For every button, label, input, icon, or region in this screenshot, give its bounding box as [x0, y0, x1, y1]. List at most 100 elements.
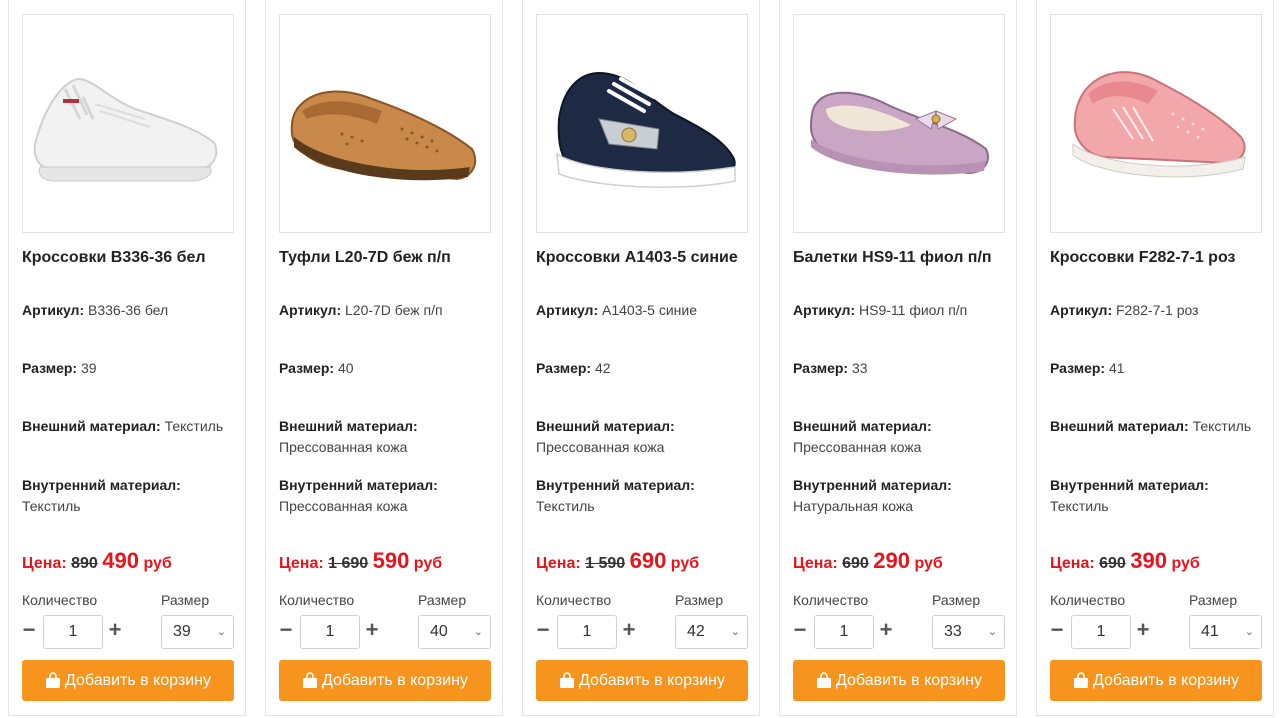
- quantity-input[interactable]: [814, 615, 874, 649]
- quantity-input[interactable]: [43, 615, 103, 649]
- product-image[interactable]: [279, 14, 491, 233]
- outer-material-value: Текстиль: [1192, 418, 1252, 434]
- add-to-cart-button[interactable]: Добавить в корзину: [1050, 660, 1262, 701]
- size-select[interactable]: 33 ⌄: [932, 615, 1005, 649]
- currency: руб: [914, 555, 943, 572]
- product-title[interactable]: Туфли L20-7D беж п/п: [279, 246, 497, 269]
- article-row: Артикул: B336-36 бел: [22, 300, 240, 321]
- price: Цена: 1 690 590 руб: [279, 547, 499, 578]
- chevron-down-icon: ⌄: [473, 626, 483, 638]
- size-value: 39: [80, 360, 97, 376]
- shopping-bag-icon: [45, 672, 60, 688]
- size-row: Размер: 42: [536, 358, 754, 379]
- new-price: 690: [629, 548, 667, 573]
- product-title[interactable]: Кроссовки B336-36 бел: [22, 246, 240, 269]
- quantity-increment-button[interactable]: +: [878, 619, 894, 641]
- size-select[interactable]: 40 ⌄: [418, 615, 491, 649]
- inner-material-row: Внутренний материал: Натуральная кожа: [793, 475, 1011, 517]
- size-select[interactable]: 42 ⌄: [675, 615, 748, 649]
- currency: руб: [1171, 555, 1200, 572]
- article-label: Артикул:: [279, 302, 342, 318]
- inner-material-value: Текстиль: [536, 498, 595, 514]
- new-price: 290: [873, 548, 910, 573]
- add-to-cart-button[interactable]: Добавить в корзину: [22, 660, 234, 701]
- product-title[interactable]: Балетки HS9-11 фиол п/п: [793, 246, 1011, 269]
- product-image[interactable]: [536, 14, 748, 233]
- price-label: Цена:: [793, 555, 838, 572]
- add-to-cart-button[interactable]: Добавить в корзину: [793, 660, 1005, 701]
- article-row: Артикул: L20-7D беж п/п: [279, 300, 497, 321]
- old-price: 690: [1099, 555, 1126, 572]
- outer-material-value: Прессованная кожа: [793, 439, 922, 455]
- article-label: Артикул:: [793, 302, 856, 318]
- quantity-label: Количество: [1050, 592, 1126, 608]
- article-row: Артикул: HS9-11 фиол п/п: [793, 300, 1011, 321]
- article-row: Артикул: A1403-5 синие: [536, 300, 754, 321]
- outer-material-value: Прессованная кожа: [536, 439, 665, 455]
- size-select-label: Размер: [1189, 592, 1238, 608]
- size-select-label: Размер: [161, 592, 210, 608]
- add-to-cart-label: Добавить в корзину: [835, 671, 982, 689]
- article-value: L20-7D беж п/п: [345, 302, 443, 318]
- product-card: Кроссовки A1403-5 синие Артикул: A1403-5…: [522, 0, 760, 716]
- quantity-increment-button[interactable]: +: [364, 619, 380, 641]
- product-image[interactable]: [22, 14, 234, 233]
- size-label: Размер:: [536, 360, 592, 376]
- inner-material-value: Натуральная кожа: [793, 498, 914, 514]
- shopping-bag-icon: [816, 672, 831, 688]
- size-value: 41: [1108, 360, 1125, 376]
- size-value: 40: [337, 360, 354, 376]
- shopping-bag-icon: [302, 672, 317, 688]
- add-to-cart-button[interactable]: Добавить в корзину: [279, 660, 491, 701]
- outer-material-value: Прессованная кожа: [279, 439, 408, 455]
- inner-material-value: Текстиль: [1050, 498, 1109, 514]
- quantity-increment-button[interactable]: +: [1135, 619, 1151, 641]
- price-label: Цена:: [22, 555, 67, 572]
- quantity-decrement-button[interactable]: −: [1049, 619, 1065, 641]
- quantity-input[interactable]: [557, 615, 617, 649]
- quantity-label: Количество: [279, 592, 355, 608]
- inner-material-label: Внутренний материал:: [279, 477, 438, 493]
- size-select-value: 42: [687, 623, 705, 640]
- size-select[interactable]: 41 ⌄: [1189, 615, 1262, 649]
- quantity-decrement-button[interactable]: −: [792, 619, 808, 641]
- size-value: 42: [594, 360, 611, 376]
- size-select[interactable]: 39 ⌄: [161, 615, 234, 649]
- article-value: HS9-11 фиол п/п: [859, 302, 968, 318]
- price-label: Цена:: [1050, 555, 1095, 572]
- price: Цена: 690 290 руб: [793, 547, 1013, 578]
- add-to-cart-button[interactable]: Добавить в корзину: [536, 660, 748, 701]
- price-label: Цена:: [536, 555, 581, 572]
- new-price: 590: [372, 548, 410, 573]
- product-title[interactable]: Кроссовки F282-7-1 роз: [1050, 246, 1268, 269]
- product-title[interactable]: Кроссовки A1403-5 синие: [536, 246, 754, 269]
- shopping-bag-icon: [559, 672, 574, 688]
- quantity-increment-button[interactable]: +: [621, 619, 637, 641]
- currency: руб: [670, 555, 700, 572]
- product-image[interactable]: [793, 14, 1005, 233]
- old-price: 890: [71, 555, 98, 572]
- quantity-label: Количество: [536, 592, 612, 608]
- quantity-input[interactable]: [300, 615, 360, 649]
- quantity-decrement-button[interactable]: −: [535, 619, 551, 641]
- quantity-label: Количество: [793, 592, 869, 608]
- quantity-decrement-button[interactable]: −: [21, 619, 37, 641]
- inner-material-row: Внутренний материал: Текстиль: [1050, 475, 1268, 517]
- quantity-decrement-button[interactable]: −: [278, 619, 294, 641]
- pink-slip-on-sneaker-image: [1072, 70, 1246, 177]
- quantity-input[interactable]: [1071, 615, 1131, 649]
- inner-material-row: Внутренний материал: Прессованная кожа: [279, 475, 497, 517]
- inner-material-label: Внутренний материал:: [793, 477, 952, 493]
- old-price: 1 590: [585, 555, 626, 572]
- article-label: Артикул:: [22, 302, 85, 318]
- size-label: Размер:: [793, 360, 849, 376]
- outer-material-row: Внешний материал: Прессованная кожа: [279, 416, 497, 458]
- size-row: Размер: 33: [793, 358, 1011, 379]
- price: Цена: 890 490 руб: [22, 547, 242, 578]
- size-select-value: 40: [430, 623, 448, 640]
- article-label: Артикул:: [536, 302, 599, 318]
- outer-material-label: Внешний материал:: [22, 418, 161, 434]
- quantity-increment-button[interactable]: +: [107, 619, 123, 641]
- product-card: Кроссовки F282-7-1 роз Артикул: F282-7-1…: [1036, 0, 1274, 716]
- product-image[interactable]: [1050, 14, 1262, 233]
